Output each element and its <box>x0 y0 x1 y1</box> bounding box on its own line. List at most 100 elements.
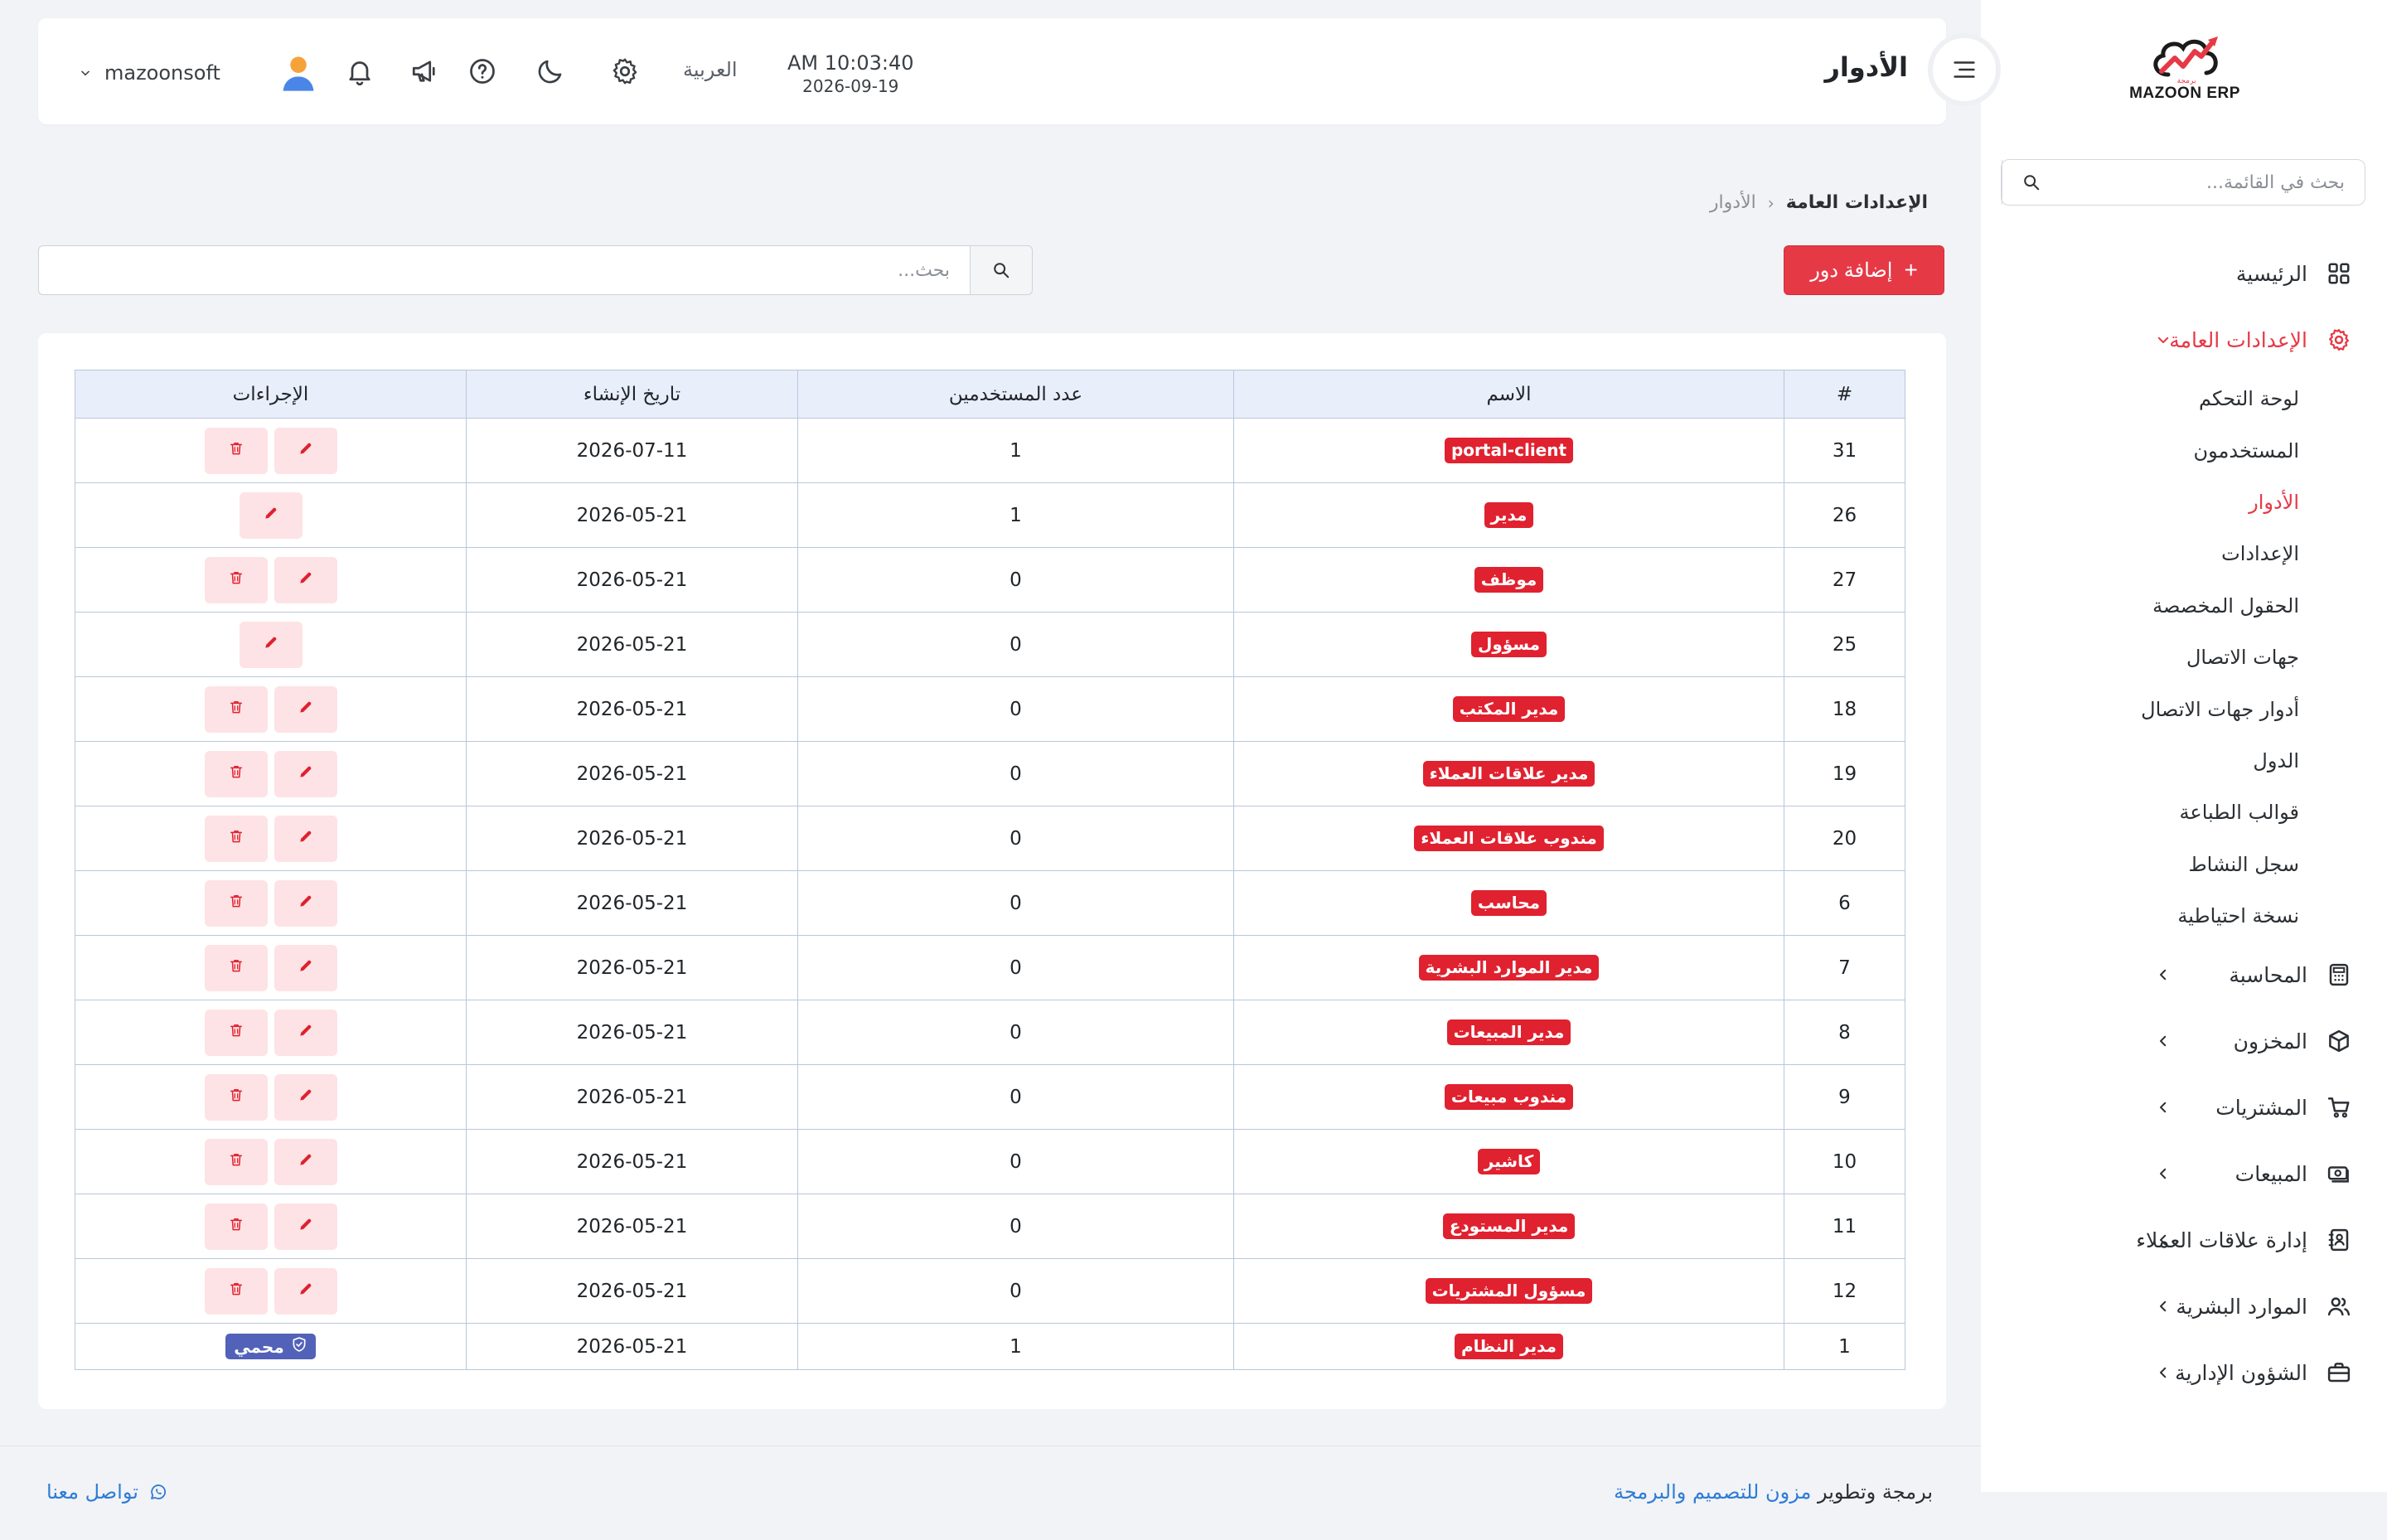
settings-button[interactable] <box>607 53 643 90</box>
chevron-left-icon <box>2155 1099 2172 1116</box>
add-role-label: إضافة دور <box>1810 259 1893 282</box>
sidebar-subitem-backup[interactable]: نسخة احتياطية <box>1981 890 2387 942</box>
row-actions <box>75 556 466 603</box>
cell-actions <box>75 1194 467 1259</box>
delete-role-button[interactable] <box>204 815 268 862</box>
edit-role-button[interactable] <box>274 1203 337 1250</box>
table-row: 7 مدير الموارد البشرية 0 2026-05-21 <box>75 935 1905 1000</box>
sidebar-item-accounting[interactable]: المحاسبة <box>1981 942 2387 1008</box>
footer-credit-link[interactable]: مزون للتصميم والبرمجة <box>1614 1480 1811 1504</box>
pencil-icon <box>298 1281 314 1302</box>
help-button[interactable] <box>464 53 501 90</box>
delete-role-button[interactable] <box>204 685 268 733</box>
pencil-icon <box>298 1151 314 1173</box>
cell-users-count: 0 <box>797 547 1234 613</box>
chevron-down-icon <box>2155 332 2172 348</box>
sidebar-subitem-contacts[interactable]: جهات الاتصال <box>1981 632 2387 683</box>
edit-role-button[interactable] <box>239 621 303 668</box>
sidebar-subitem-settings[interactable]: الإعدادات <box>1981 528 2387 579</box>
trash-icon <box>228 1022 245 1044</box>
sidebar-subitem-print-templates[interactable]: قوالب الطباعة <box>1981 787 2387 838</box>
edit-role-button[interactable] <box>274 1267 337 1315</box>
sidebar-item-purchases[interactable]: المشتريات <box>1981 1074 2387 1140</box>
cell-name: موظف <box>1233 547 1784 613</box>
gear-icon <box>612 58 637 85</box>
role-search-input[interactable] <box>38 245 970 295</box>
delete-role-button[interactable] <box>204 1138 268 1185</box>
edit-role-button[interactable] <box>274 556 337 603</box>
sidebar-item-sales[interactable]: المبيعات <box>1981 1140 2387 1207</box>
edit-role-button[interactable] <box>274 750 337 797</box>
role-search-button[interactable] <box>970 245 1033 295</box>
notifications-button[interactable] <box>341 53 378 90</box>
row-actions <box>75 879 466 927</box>
sidebar-subitem-users[interactable]: المستخدمون <box>1981 424 2387 476</box>
dark-mode-toggle[interactable] <box>532 53 569 90</box>
add-role-button[interactable]: + إضافة دور <box>1784 245 1944 295</box>
sidebar-subitem-roles[interactable]: الأدوار <box>1981 477 2387 528</box>
row-actions <box>75 750 466 797</box>
edit-role-button[interactable] <box>274 685 337 733</box>
sidebar-item-crm[interactable]: إدارة علاقات العملاء <box>1981 1207 2387 1273</box>
edit-role-button[interactable] <box>274 1009 337 1056</box>
edit-role-button[interactable] <box>274 815 337 862</box>
column-header-name[interactable]: الاسم <box>1233 370 1784 419</box>
user-menu[interactable]: mazoonsoft <box>80 51 320 94</box>
cell-name: مدير <box>1233 482 1784 548</box>
column-header-users[interactable]: عدد المستخدمين <box>797 370 1234 419</box>
delete-role-button[interactable] <box>204 1009 268 1056</box>
sidebar-item-hr[interactable]: الموارد البشرية <box>1981 1273 2387 1339</box>
trash-icon <box>228 1087 245 1108</box>
contacts-icon <box>2324 1225 2354 1255</box>
pencil-icon <box>298 569 314 591</box>
moon-icon <box>538 60 562 84</box>
delete-role-button[interactable] <box>204 879 268 927</box>
role-name-badge: مدير المبيعات <box>1446 1019 1571 1045</box>
delete-role-button[interactable] <box>204 1267 268 1315</box>
sidebar-subitem-contact-roles[interactable]: أدوار جهات الاتصال <box>1981 683 2387 734</box>
delete-role-button[interactable] <box>204 556 268 603</box>
sidebar-item-general-settings[interactable]: الإعدادات العامة <box>1981 307 2387 373</box>
cell-created-date: 2026-05-21 <box>466 612 798 677</box>
roles-card: # الاسم عدد المستخدمين تاريخ الإنشاء الإ… <box>38 333 1946 1409</box>
sidebar: برمجة MAZOON ERP الرئيسية الإعدادات العا… <box>1981 0 2387 1492</box>
cell-users-count: 0 <box>797 612 1234 677</box>
sidebar-search-input[interactable] <box>2060 160 2365 205</box>
sidebar-toggle-button[interactable] <box>1928 33 2001 106</box>
cell-actions <box>75 612 467 677</box>
sidebar-item-home[interactable]: الرئيسية <box>1981 240 2387 307</box>
language-switcher[interactable]: العربية <box>683 58 738 81</box>
role-name-badge: موظف <box>1474 567 1544 593</box>
edit-role-button[interactable] <box>274 879 337 927</box>
edit-role-button[interactable] <box>274 427 337 474</box>
sidebar-subitem-custom-fields[interactable]: الحقول المخصصة <box>1981 580 2387 632</box>
cell-users-count: 0 <box>797 1129 1234 1194</box>
brand-logo[interactable]: برمجة MAZOON ERP <box>2128 33 2241 109</box>
delete-role-button[interactable] <box>204 1073 268 1121</box>
cell-users-count: 0 <box>797 870 1234 936</box>
edit-role-button[interactable] <box>274 944 337 991</box>
breadcrumb-root[interactable]: الإعدادات العامة <box>1786 192 1928 213</box>
sidebar-subitem-activity-log[interactable]: سجل النشاط <box>1981 839 2387 890</box>
delete-role-button[interactable] <box>204 427 268 474</box>
table-row: 9 مندوب مبيعات 0 2026-05-21 <box>75 1064 1905 1130</box>
contact-us-link[interactable]: تواصل معنا <box>46 1480 168 1504</box>
delete-role-button[interactable] <box>204 1203 268 1250</box>
edit-role-button[interactable] <box>239 492 303 539</box>
column-header-id[interactable]: # <box>1784 370 1905 419</box>
sidebar-subitem-countries[interactable]: الدول <box>1981 735 2387 787</box>
role-name-badge: كاشير <box>1477 1149 1541 1174</box>
sidebar-subitem-dashboard[interactable]: لوحة التحكم <box>1981 373 2387 424</box>
sidebar-item-admin-affairs[interactable]: الشؤون الإدارية <box>1981 1339 2387 1406</box>
delete-role-button[interactable] <box>204 944 268 991</box>
delete-role-button[interactable] <box>204 750 268 797</box>
announcements-button[interactable] <box>406 53 443 90</box>
edit-role-button[interactable] <box>274 1073 337 1121</box>
sidebar-item-inventory[interactable]: المخزون <box>1981 1008 2387 1074</box>
sidebar-search-button[interactable] <box>2002 160 2060 205</box>
search-icon <box>994 263 1010 278</box>
row-actions <box>75 621 466 668</box>
gear-icon <box>2324 325 2354 355</box>
column-header-created[interactable]: تاريخ الإنشاء <box>466 370 798 419</box>
edit-role-button[interactable] <box>274 1138 337 1185</box>
